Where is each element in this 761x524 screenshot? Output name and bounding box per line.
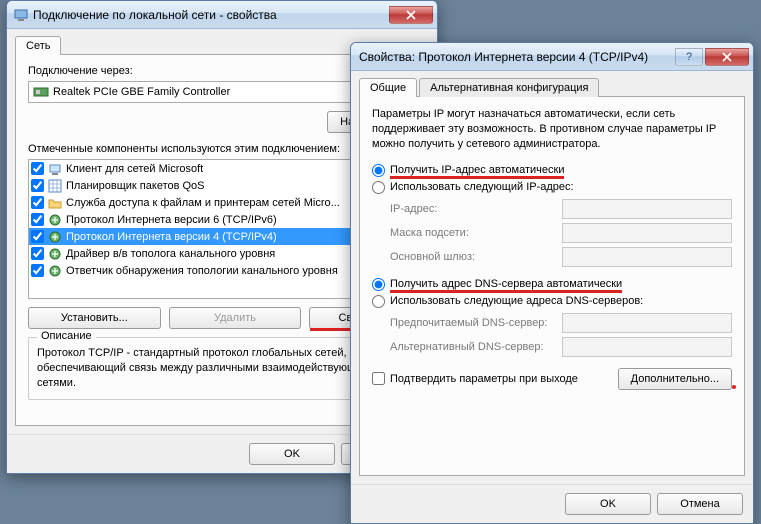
gateway-input (562, 247, 732, 267)
ip-auto-radio[interactable] (372, 164, 385, 177)
validate-row[interactable]: Подтвердить параметры при выходе Дополни… (372, 368, 732, 390)
component-label: Клиент для сетей Microsoft (66, 163, 203, 175)
component-checkbox[interactable] (31, 213, 44, 226)
dns-alt-input (562, 337, 732, 357)
ip-manual-row[interactable]: Использовать следующий IP-адрес: (372, 179, 732, 196)
component-checkbox[interactable] (31, 179, 44, 192)
annotation-dot (732, 385, 736, 389)
proto-icon (48, 264, 62, 278)
dns-manual-label: Использовать следующие адреса DNS-сервер… (390, 295, 643, 307)
dns-manual-radio[interactable] (372, 295, 385, 308)
ip-address-input (562, 199, 732, 219)
help-button[interactable]: ? (675, 48, 703, 66)
component-checkbox[interactable] (31, 230, 44, 243)
install-button[interactable]: Установить... (28, 307, 161, 329)
dns-alt-label: Альтернативный DNS-сервер: (390, 341, 562, 353)
info-paragraph: Параметры IP могут назначаться автоматич… (372, 107, 732, 152)
dns-auto-label: Получить адрес DNS-сервера автоматически (390, 278, 622, 290)
cancel-button[interactable]: Отмена (657, 493, 743, 515)
proto-icon (48, 230, 62, 244)
subnet-label: Маска подсети: (390, 227, 562, 239)
tab-alternate[interactable]: Альтернативная конфигурация (419, 78, 599, 97)
component-label: Драйвер в/в тополога канального уровня (66, 248, 275, 260)
component-label: Протокол Интернета версии 6 (TCP/IPv6) (66, 214, 277, 226)
tab-network[interactable]: Сеть (15, 36, 61, 55)
component-checkbox[interactable] (31, 264, 44, 277)
dns-auto-radio[interactable] (372, 278, 385, 291)
uninstall-button: Удалить (169, 307, 302, 329)
title-text: Подключение по локальной сети - свойства (33, 8, 389, 22)
nic-name: Realtek PCIe GBE Family Controller (53, 86, 230, 98)
fileshare-icon (48, 196, 62, 210)
ip-manual-label: Использовать следующий IP-адрес: (390, 181, 574, 193)
qos-icon (48, 179, 62, 193)
ok-button[interactable]: OK (565, 493, 651, 515)
ok-button[interactable]: OK (249, 443, 335, 465)
network-icon (13, 7, 29, 23)
close-button[interactable] (389, 6, 433, 24)
ip-auto-label: Получить IP-адрес автоматически (390, 164, 564, 176)
component-label: Ответчик обнаружения топологии канальног… (66, 265, 338, 277)
subnet-input (562, 223, 732, 243)
titlebar[interactable]: Подключение по локальной сети - свойства (7, 1, 437, 29)
nic-icon (33, 84, 49, 100)
tab-general[interactable]: Общие (359, 78, 417, 97)
description-legend: Описание (37, 330, 96, 342)
proto-icon (48, 247, 62, 261)
component-checkbox[interactable] (31, 196, 44, 209)
ipv4-properties-window: Свойства: Протокол Интернета версии 4 (T… (350, 42, 754, 524)
dns-manual-row[interactable]: Использовать следующие адреса DNS-сервер… (372, 293, 732, 310)
ip-address-label: IP-адрес: (390, 203, 562, 215)
validate-checkbox[interactable] (372, 372, 385, 385)
validate-label: Подтвердить параметры при выходе (390, 373, 578, 385)
dns-pref-input (562, 313, 732, 333)
component-label: Служба доступа к файлам и принтерам сете… (66, 197, 340, 209)
dns-auto-row[interactable]: Получить адрес DNS-сервера автоматически (372, 276, 732, 293)
gateway-label: Основной шлюз: (390, 251, 562, 263)
component-checkbox[interactable] (31, 247, 44, 260)
component-checkbox[interactable] (31, 162, 44, 175)
close-button[interactable] (705, 48, 749, 66)
component-label: Протокол Интернета версии 4 (TCP/IPv4) (66, 231, 277, 243)
ip-manual-radio[interactable] (372, 181, 385, 194)
client-icon (48, 162, 62, 176)
proto-icon (48, 213, 62, 227)
component-label: Планировщик пакетов QoS (66, 180, 205, 192)
dns-pref-label: Предпочитаемый DNS-сервер: (390, 317, 562, 329)
advanced-button[interactable]: Дополнительно... (618, 368, 732, 390)
ip-auto-row[interactable]: Получить IP-адрес автоматически (372, 162, 732, 179)
